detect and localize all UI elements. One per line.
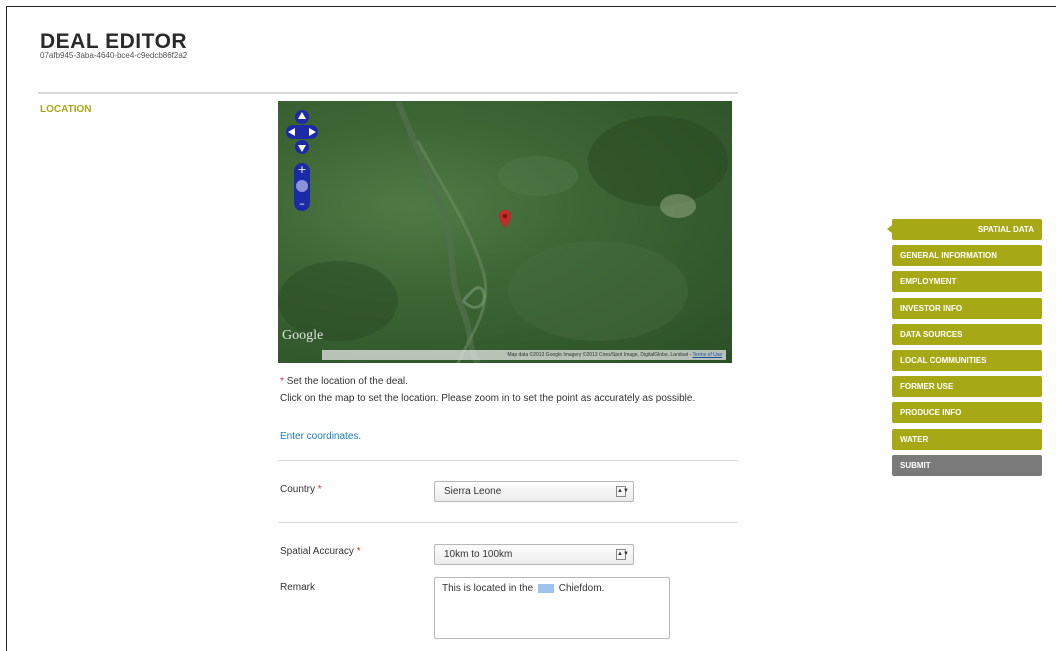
pan-control-icon[interactable] xyxy=(286,109,318,162)
requirement-text: Set the location of the deal. xyxy=(286,376,408,387)
section-label-location: LOCATION xyxy=(40,104,92,115)
required-marker: * xyxy=(317,484,322,495)
remark-text-before: This is located in the xyxy=(442,583,534,594)
nav-item-spatial-data[interactable]: SPATIAL DATA xyxy=(887,219,1042,240)
zoom-slider-handle xyxy=(296,180,308,192)
enter-coordinates-link[interactable]: Enter coordinates. xyxy=(280,431,361,442)
nav-item-produce-info[interactable]: PRODUCE INFO xyxy=(892,402,1042,424)
map-attribution: Map data ©2013 Google Imagery ©2013 Cnes… xyxy=(322,350,726,360)
section-nav: SPATIAL DATA GENERAL INFORMATION EMPLOYM… xyxy=(887,219,1042,481)
zoom-control[interactable]: + – xyxy=(291,161,313,218)
remark-text-after: Chiefdom. xyxy=(558,583,605,594)
nav-item-former-use[interactable]: FORMER USE xyxy=(892,376,1042,398)
select-arrow-icon: ▲▼ xyxy=(616,486,629,497)
nav-item-employment[interactable]: EMPLOYMENT xyxy=(892,271,1042,293)
google-logo: Google xyxy=(282,328,324,343)
nav-item-local-communities[interactable]: LOCAL COMMUNITIES xyxy=(892,349,1042,371)
terms-of-use-link[interactable]: Terms of Use xyxy=(693,352,722,358)
remark-textarea[interactable]: This is located in the Chiefdom. xyxy=(434,577,670,639)
divider xyxy=(38,92,738,94)
divider xyxy=(278,460,738,461)
nav-item-general-information[interactable]: GENERAL INFORMATION xyxy=(892,245,1042,267)
map-attribution-text: Map data ©2013 Google Imagery ©2013 Cnes… xyxy=(507,352,693,358)
country-select[interactable]: Sierra Leone ▲▼ xyxy=(434,481,634,502)
nav-item-water[interactable]: WATER xyxy=(892,428,1042,450)
zoom-in-icon: + xyxy=(297,163,306,176)
zoom-out-icon: – xyxy=(299,197,305,210)
country-select-value: Sierra Leone xyxy=(444,486,502,497)
country-label-text: Country xyxy=(280,484,316,495)
map-marker-icon[interactable] xyxy=(499,210,511,233)
required-marker: * xyxy=(280,376,284,387)
nav-item-investor-info[interactable]: INVESTOR INFO xyxy=(892,297,1042,319)
spatial-accuracy-label-text: Spatial Accuracy xyxy=(280,546,354,557)
divider xyxy=(278,522,738,523)
country-label: Country * xyxy=(280,484,322,495)
spatial-accuracy-value: 10km to 100km xyxy=(444,549,513,560)
submit-button[interactable]: SUBMIT xyxy=(892,454,1042,476)
text-selection-highlight xyxy=(537,583,554,593)
select-arrow-icon: ▲▼ xyxy=(616,549,629,560)
required-marker: * xyxy=(356,546,361,557)
spatial-accuracy-label: Spatial Accuracy * xyxy=(280,546,361,557)
help-text: Click on the map to set the location. Pl… xyxy=(280,393,696,404)
deal-id: 07afb945-3aba-4640-bce4-c9edcb86f2a2 xyxy=(40,51,188,60)
location-requirement: * Set the location of the deal. xyxy=(280,376,408,387)
location-map[interactable]: + – Google Map data ©2013 Google Imagery… xyxy=(278,101,732,363)
nav-item-data-sources[interactable]: DATA SOURCES xyxy=(892,323,1042,345)
spatial-accuracy-select[interactable]: 10km to 100km ▲▼ xyxy=(434,544,634,565)
remark-label: Remark xyxy=(280,582,316,593)
